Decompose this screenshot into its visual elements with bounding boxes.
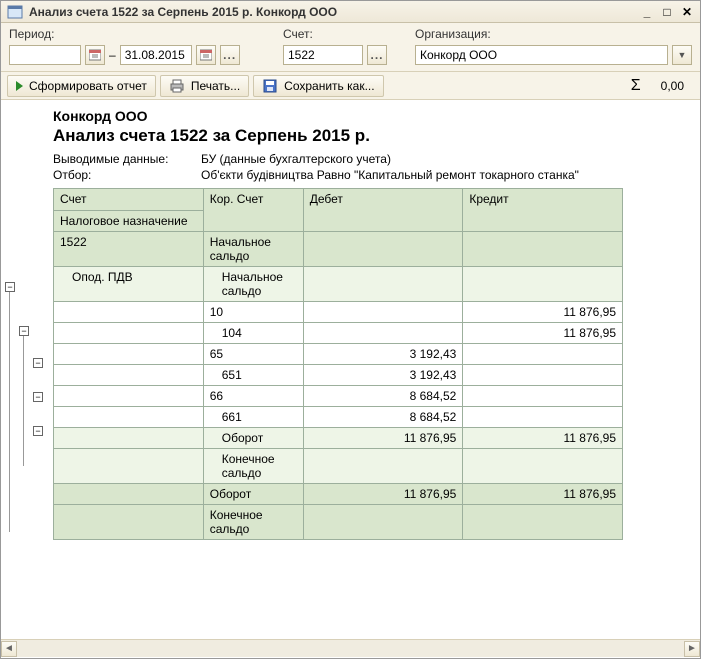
table-row: 668 684,52: [54, 386, 623, 407]
save-label: Сохранить как...: [284, 79, 374, 93]
calendar-from-button[interactable]: [85, 45, 105, 65]
report-org: Конкорд ООО: [53, 108, 692, 124]
printer-icon: [169, 78, 185, 94]
account-input[interactable]: [283, 45, 363, 65]
tree-collapse-1[interactable]: −: [5, 282, 15, 292]
org-input[interactable]: [415, 45, 668, 65]
tree-collapse-5[interactable]: −: [33, 426, 43, 436]
col-corr: Кор. Счет: [203, 189, 303, 232]
date-dash: –: [109, 48, 116, 62]
close-button[interactable]: ✕: [680, 5, 694, 19]
table-row: Оборот11 876,9511 876,95: [54, 484, 623, 505]
report-body: Конкорд ООО Анализ счета 1522 за Серпень…: [53, 100, 700, 639]
scroll-right-button[interactable]: ►: [684, 641, 700, 657]
scroll-track[interactable]: [17, 641, 684, 657]
print-button[interactable]: Печать...: [160, 75, 249, 97]
col-account: Счет: [60, 192, 197, 206]
account-picker-button[interactable]: ...: [367, 45, 387, 65]
table-row: Опод. ПДВНачальное сальдо: [54, 267, 623, 302]
meta2-val: Об'єкти будівництва Равно "Капитальный р…: [201, 168, 579, 182]
meta1-key: Выводимые данные:: [53, 152, 183, 166]
table-row: Оборот11 876,9511 876,95: [54, 428, 623, 449]
app-icon: [7, 4, 23, 20]
meta1-val: БУ (данные бухгалтерского учета): [201, 152, 391, 166]
run-report-label: Сформировать отчет: [29, 79, 147, 93]
table-row: 10411 876,95: [54, 323, 623, 344]
org-dropdown-button[interactable]: ▼: [672, 45, 692, 65]
table-row: 653 192,43: [54, 344, 623, 365]
table-row: 1522Начальное сальдо: [54, 232, 623, 267]
table-row: 6513 192,43: [54, 365, 623, 386]
period-label: Период:: [9, 27, 271, 41]
period-picker-button[interactable]: ...: [220, 45, 240, 65]
calendar-to-button[interactable]: [196, 45, 216, 65]
report-title: Анализ счета 1522 за Серпень 2015 р.: [53, 126, 692, 146]
table-row: Конечное сальдо: [54, 449, 623, 484]
report-table: Счет Налоговое назначение Кор. Счет Дебе…: [53, 188, 623, 540]
tree-gutter: − − − − −: [1, 100, 53, 639]
col-tax: Налоговое назначение: [54, 210, 203, 228]
tree-collapse-3[interactable]: −: [33, 358, 43, 368]
filter-bar: Период: – ... Счет: ... Организация: ▼: [1, 23, 700, 72]
col-credit: Кредит: [463, 189, 623, 232]
table-row: 6618 684,52: [54, 407, 623, 428]
print-label: Печать...: [191, 79, 240, 93]
scroll-left-button[interactable]: ◄: [1, 641, 17, 657]
horizontal-scrollbar[interactable]: ◄ ►: [1, 639, 700, 657]
tree-collapse-4[interactable]: −: [33, 392, 43, 402]
run-report-button[interactable]: Сформировать отчет: [7, 75, 156, 97]
table-row: 1011 876,95: [54, 302, 623, 323]
date-to-input[interactable]: [120, 45, 192, 65]
account-label: Счет:: [283, 27, 403, 41]
sigma-value: 0,00: [661, 79, 684, 93]
titlebar: Анализ счета 1522 за Серпень 2015 р. Кон…: [1, 1, 700, 23]
meta2-key: Отбор:: [53, 168, 183, 182]
date-from-input[interactable]: [9, 45, 81, 65]
maximize-button[interactable]: □: [660, 5, 674, 19]
tree-collapse-2[interactable]: −: [19, 326, 29, 336]
table-row: Конечное сальдо: [54, 505, 623, 540]
save-icon: [262, 78, 278, 94]
toolbar: Сформировать отчет Печать... Сохранить к…: [1, 72, 700, 100]
sigma-icon: Σ: [631, 77, 641, 95]
save-as-button[interactable]: Сохранить как...: [253, 75, 383, 97]
window-title: Анализ счета 1522 за Серпень 2015 р. Кон…: [29, 5, 634, 19]
col-debit: Дебет: [303, 189, 463, 232]
org-label: Организация:: [415, 27, 692, 41]
sigma-total: Σ 0,00: [631, 77, 694, 95]
minimize-button[interactable]: _: [640, 5, 654, 19]
